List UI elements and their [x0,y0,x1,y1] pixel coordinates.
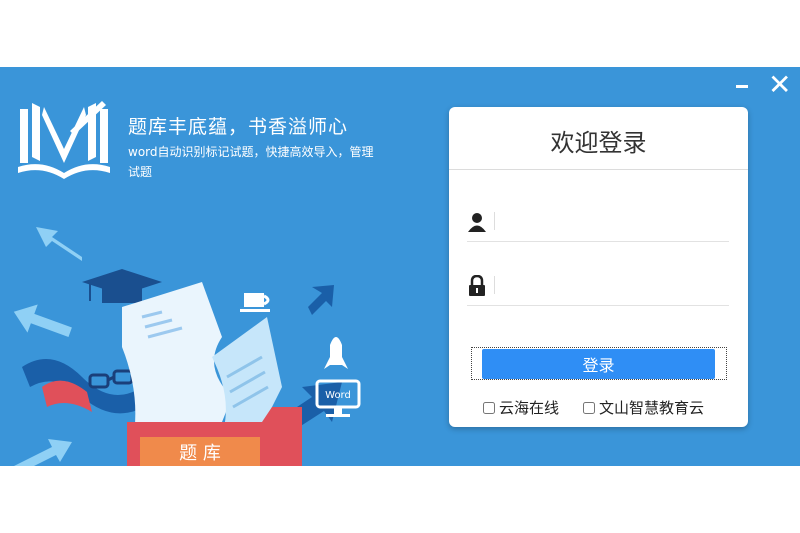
option-wenshan-cloud[interactable]: 文山智慧教育云 [583,397,704,418]
option-yunhai-online[interactable]: 云海在线 [483,397,559,418]
rocket-icon [324,337,348,369]
word-label: Word [325,390,351,401]
login-button-focus-ring: 登录 [471,347,727,380]
close-button[interactable]: ✕ [768,71,791,99]
close-icon: ✕ [768,68,792,101]
graduation-cap-icon [82,269,162,303]
lock-icon [469,275,485,296]
field-separator [494,276,495,294]
wenshan-cloud-checkbox[interactable] [583,402,595,414]
option-label: 云海在线 [499,399,560,417]
password-field [467,267,729,306]
login-panel: 欢迎登录 登录 云海在线 文山智慧教育云 [449,107,748,427]
book-logo-icon [18,101,110,179]
hero-illustration: Word 题 库 [13,227,361,466]
field-separator [494,212,495,230]
login-button[interactable]: 登录 [482,349,715,379]
yunhai-online-checkbox[interactable] [483,402,495,414]
feature-description: word自动识别标记试题，快捷高效导入，管理试题 [128,145,374,179]
username-input[interactable] [501,209,725,237]
glasses-icon [88,369,134,389]
option-label: 文山智慧教育云 [599,399,705,417]
slogan-heading: 题库丰底蕴，书香溢师心 [128,116,349,138]
login-title: 欢迎登录 [550,129,647,157]
minimize-button[interactable] [734,73,750,91]
box-label: 题 库 [179,443,221,464]
coffee-cup-icon [240,293,270,312]
title-divider [449,169,748,170]
username-field [467,203,729,242]
login-window: ✕ 题库丰底蕴，书香溢师心 word自动识别标记试题，快捷高效导入，管理试题 W… [0,67,800,466]
password-input[interactable] [501,273,725,301]
user-icon [468,213,486,232]
